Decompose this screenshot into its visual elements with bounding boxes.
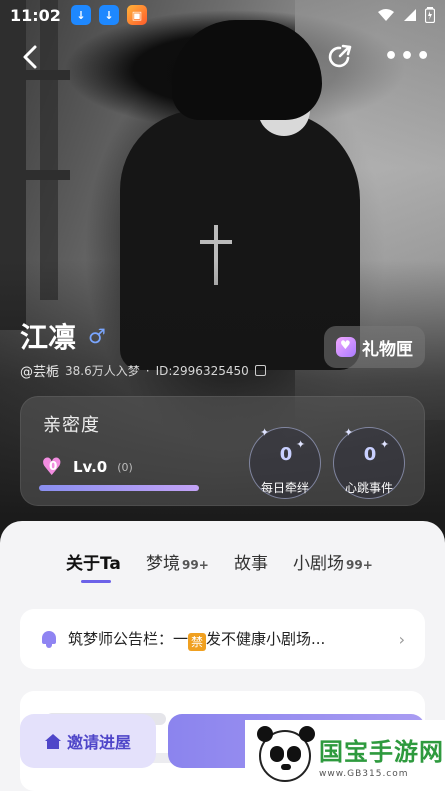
watermark-url: www.GB315.com [319, 769, 409, 779]
invite-home-button[interactable]: 邀请进屋 [20, 714, 156, 768]
panda-logo-icon [257, 725, 315, 782]
more-dots-icon: ••• [384, 44, 433, 69]
tab-stories-label: 故事 [234, 554, 268, 574]
hero-figure-hair [172, 20, 322, 120]
system-icons [377, 7, 435, 23]
game-app-icon: ▣ [126, 5, 147, 25]
character-meta-row: @芸栀 38.6万人入梦 · ID:2996325450 [20, 361, 266, 380]
chevron-right-icon: › [398, 629, 405, 649]
gift-heart-icon [336, 337, 356, 357]
ban-emoji-icon: 禁 [188, 632, 207, 651]
download-icon: ↓ [98, 5, 119, 25]
cross-necklace-bar [200, 240, 232, 244]
intimacy-progress-fill [39, 485, 199, 491]
hero-ladder-rail [40, 0, 58, 300]
tab-about-label: 关于Ta [66, 554, 121, 574]
character-id: ID:2996325450 [155, 363, 249, 378]
heart-level-value: 0 [49, 459, 58, 473]
dream-count: 38.6万人入梦 [65, 364, 140, 378]
heartbeat-event-label: 心跳事件 [344, 481, 393, 495]
creator-handle[interactable]: @芸栀 [20, 361, 59, 380]
watermark-title: 国宝手游网 [319, 738, 444, 766]
tab-theater-badge: 99+ [346, 558, 373, 572]
bell-icon [40, 630, 58, 648]
hero-ladder-rung [0, 170, 70, 180]
notice-prefix: 筑梦师公告栏：一 [68, 629, 189, 648]
level-count: (0) [117, 460, 133, 474]
character-name: 江凛 [20, 321, 77, 354]
more-button[interactable]: ••• [384, 44, 432, 70]
signal-icon [404, 9, 416, 21]
tab-about[interactable]: 关于Ta [66, 549, 121, 574]
character-name-row: 江凛 ♂ [20, 316, 106, 356]
notice-text: 筑梦师公告栏：一禁发不健康小剧场... [68, 628, 389, 651]
battery-icon [425, 7, 435, 23]
tab-dreams[interactable]: 梦境 99+ [146, 549, 209, 574]
tab-bar: 关于Ta 梦境 99+ 故事 小剧场 99+ [0, 545, 445, 585]
wifi-icon [378, 9, 394, 21]
back-button[interactable] [22, 44, 38, 75]
heart-icon: ♥ 0 [41, 453, 63, 481]
active-tab-indicator [81, 580, 111, 583]
sparkle-icon: ✦ [344, 426, 354, 439]
tab-stories[interactable]: 故事 [234, 549, 268, 574]
tab-theater-label: 小剧场 [293, 554, 344, 574]
meta-separator: · [145, 363, 150, 378]
intimacy-level: ♥ 0 Lv.0 (0) [41, 455, 133, 479]
notice-suffix: 发不健康小剧场... [206, 629, 326, 648]
level-label: Lv.0 [73, 458, 108, 476]
intimacy-progress-bar [39, 485, 199, 491]
tab-dreams-badge: 99+ [182, 558, 209, 572]
heartbeat-event-value: 0 [363, 444, 377, 465]
sparkle-icon: ✦ [260, 426, 270, 439]
chevron-left-icon [23, 45, 37, 69]
site-watermark: 国宝手游网 www.GB315.com [245, 720, 445, 791]
home-icon [44, 733, 61, 749]
copy-icon[interactable] [254, 365, 266, 376]
status-time: 11:02 [10, 5, 61, 25]
watermark-text: 国宝手游网 www.GB315.com [319, 732, 444, 779]
invite-home-label: 邀请进屋 [66, 733, 131, 752]
creator-notice-bar[interactable]: 筑梦师公告栏：一禁发不健康小剧场... › [20, 609, 425, 669]
share-button[interactable] [327, 44, 353, 70]
gift-box-label: 礼物匣 [362, 339, 413, 360]
tab-dreams-label: 梦境 [146, 554, 180, 574]
daily-bond-label: 每日牵绊 [260, 481, 309, 495]
intimacy-title: 亲密度 [43, 415, 100, 436]
tab-theater[interactable]: 小剧场 99+ [293, 549, 373, 574]
male-gender-icon: ♂ [88, 324, 106, 348]
gift-box-button[interactable]: 礼物匣 [324, 326, 425, 368]
intimacy-card[interactable]: 亲密度 ♥ 0 Lv.0 (0) ✦ ✦ 0 每日牵绊 ✦ ✦ 0 心跳事件 [20, 396, 425, 506]
status-bar: 11:02 ↓ ↓ ▣ [0, 0, 445, 30]
download-icon: ↓ [70, 5, 91, 25]
daily-bond-value: 0 [279, 444, 293, 465]
share-icon [328, 44, 352, 68]
